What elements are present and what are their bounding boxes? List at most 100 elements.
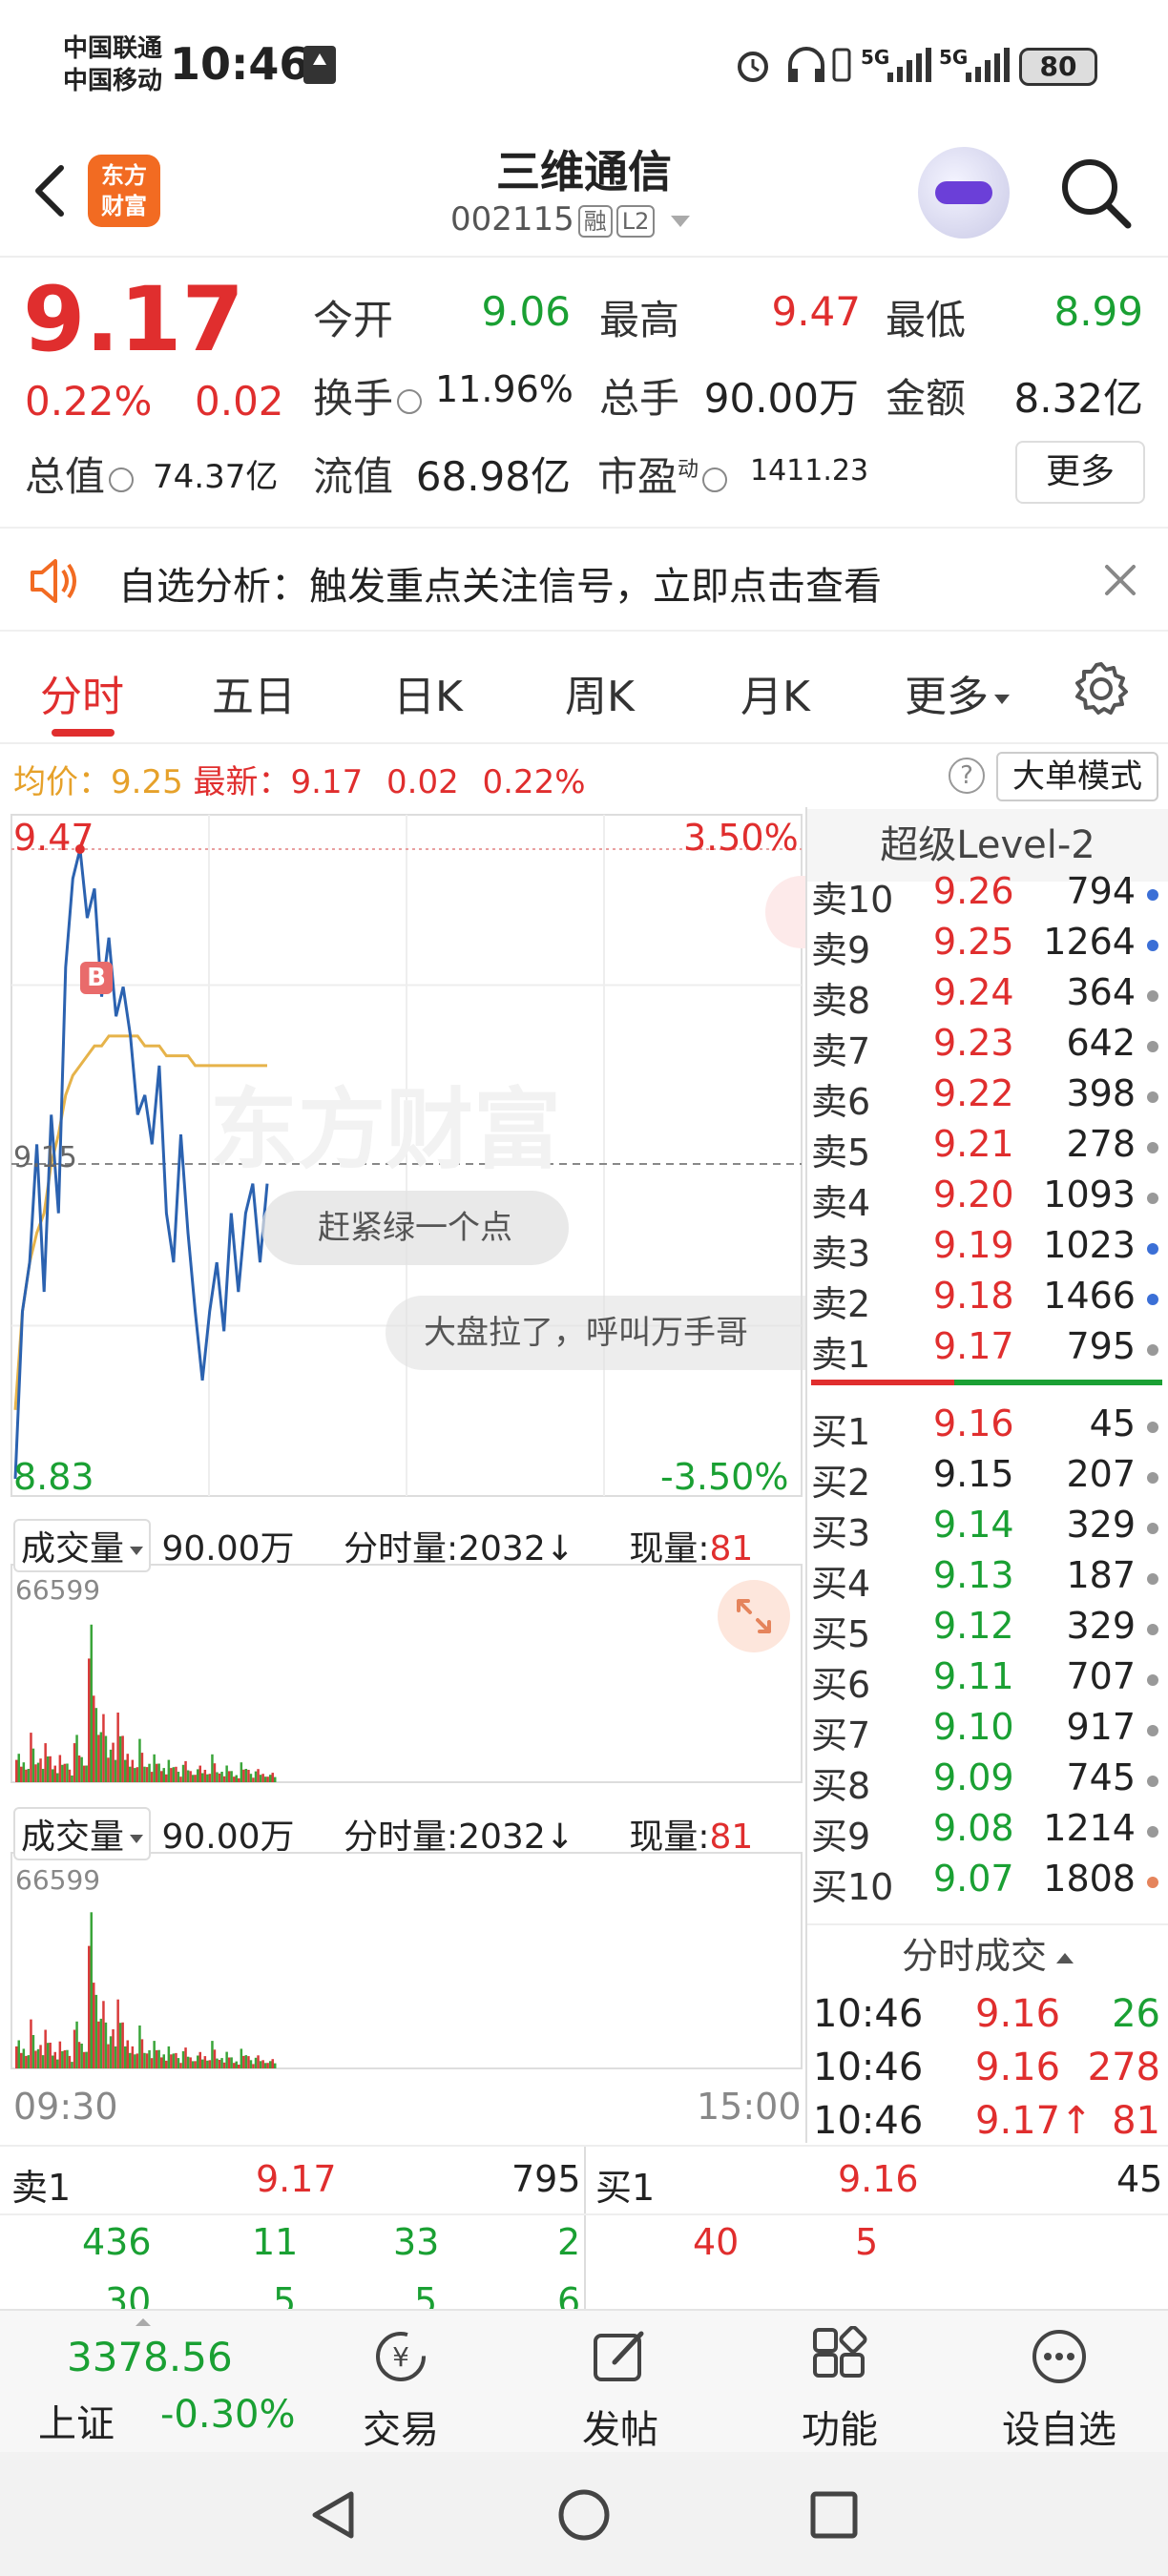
home-circle-icon[interactable] [557, 2488, 611, 2542]
period-volume-label: 分时量: [343, 1529, 459, 1568]
market-cap-label-text: 总值 [25, 453, 106, 500]
bid-row[interactable]: 买2 9.15 207 [809, 1453, 1164, 1504]
nav-trade[interactable]: ¥ 交易 [334, 2320, 468, 2454]
volume-bar [22, 2048, 26, 2068]
volume-bar [227, 2057, 231, 2068]
volume-total: 90.00万 [161, 1818, 295, 1857]
tab-monthly-k[interactable]: 月K [740, 662, 810, 723]
ask-volume: 795 [1066, 1325, 1136, 1367]
buy-marker[interactable]: B [80, 962, 113, 994]
nav-add-watchlist[interactable]: 设自选 [992, 2320, 1126, 2454]
chart-bottom-percent: -3.50% [660, 1456, 789, 1498]
info-icon[interactable] [702, 467, 728, 492]
back-triangle-icon[interactable] [307, 2488, 361, 2542]
volume-bar [129, 1766, 132, 1782]
volume-bar [138, 1738, 141, 1782]
volume-bar [140, 2039, 144, 2068]
bid-row[interactable]: 买8 9.09 745 [809, 1756, 1164, 1807]
ask-row[interactable]: 卖9 9.25 1264 [809, 921, 1164, 971]
comment-bubble[interactable]: 赶紧绿一个点 [261, 1191, 569, 1265]
ask-row[interactable]: 卖1 9.17 795 [809, 1325, 1164, 1376]
ask-row[interactable]: 卖2 9.18 1466 [809, 1275, 1164, 1325]
volume-selector[interactable]: 成交量 [13, 1807, 152, 1860]
expand-icon[interactable] [718, 1580, 790, 1652]
vibrate-icon [832, 48, 851, 82]
system-nav [0, 2452, 1168, 2576]
ask-row[interactable]: 卖10 9.26 794 [809, 870, 1164, 921]
volume-bar [116, 1713, 119, 1782]
tab-more[interactable]: 更多 [905, 662, 1010, 723]
back-icon[interactable] [27, 162, 74, 219]
volume-total: 90.00万 [161, 1529, 295, 1568]
bid-row[interactable]: 买3 9.14 329 [809, 1504, 1164, 1554]
volume-selector[interactable]: 成交量 [13, 1519, 152, 1572]
volume-bar [68, 1769, 72, 1782]
big-order-mode-button[interactable]: 大单模式 [996, 752, 1158, 801]
watermark: 东方财富 [210, 1079, 561, 1181]
level2-tag: L2 [615, 204, 656, 238]
tick-trades-title[interactable]: 分时成交 [807, 1923, 1168, 1984]
gear-icon[interactable] [1073, 660, 1130, 717]
bid-row[interactable]: 买6 9.11 707 [809, 1655, 1164, 1706]
nav-trade-label: 交易 [363, 2408, 439, 2452]
bid-row[interactable]: 买5 9.12 329 [809, 1605, 1164, 1655]
analysis-banner[interactable]: 自选分析：触发重点关注信号，立即点击查看 [0, 527, 1168, 632]
queue-buy-label: 买1 [595, 2167, 656, 2209]
ask-price: 9.20 [933, 1174, 1014, 1215]
banner-text: 自选分析：触发重点关注信号，立即点击查看 [118, 565, 882, 609]
dot-icon [1147, 1294, 1158, 1305]
volume-bar [222, 1776, 226, 1782]
tab-five-day[interactable]: 五日 [212, 662, 296, 723]
bid-volume: 329 [1066, 1605, 1136, 1647]
volume-bar [201, 2059, 204, 2068]
volume-bar [104, 1735, 108, 1782]
volume-bar [186, 2056, 190, 2068]
volume-bar [102, 2001, 105, 2068]
info-icon[interactable] [109, 467, 135, 492]
volume-bar [68, 2055, 72, 2068]
stock-code-row[interactable]: 002115 融 L2 [450, 200, 691, 239]
volume-bar [53, 1765, 56, 1782]
ask-row[interactable]: 卖8 9.24 364 [809, 971, 1164, 1022]
volume-max-label: 66599 [15, 1864, 101, 1896]
close-icon[interactable] [1101, 561, 1139, 599]
bid-row[interactable]: 买9 9.08 1214 [809, 1807, 1164, 1858]
volume-bar [107, 1757, 110, 1782]
tab-intraday[interactable]: 分时 [40, 662, 124, 723]
recents-square-icon[interactable] [807, 2488, 861, 2542]
period-volume-arrow: ↓ [545, 1529, 574, 1568]
current-price: 9.17 [23, 268, 244, 372]
volume-bar [261, 2060, 264, 2068]
more-button[interactable]: 更多 [1015, 441, 1145, 504]
volume-bar [90, 1912, 93, 2068]
ask-row[interactable]: 卖5 9.21 278 [809, 1123, 1164, 1174]
ask-volume: 1093 [1043, 1174, 1136, 1215]
bid-row[interactable]: 买4 9.13 187 [809, 1554, 1164, 1605]
volume-bar [36, 1762, 40, 1782]
bid-row[interactable]: 买10 9.07 1808 [809, 1858, 1164, 1908]
speaker-icon [31, 559, 76, 603]
info-icon[interactable] [397, 388, 423, 414]
volume-bar [93, 1695, 95, 1782]
ask-row[interactable]: 卖7 9.23 642 [809, 1022, 1164, 1072]
tab-weekly-k[interactable]: 周K [565, 662, 635, 723]
ask-row[interactable]: 卖3 9.19 1023 [809, 1224, 1164, 1275]
ask-price: 9.23 [933, 1022, 1014, 1064]
index-quote[interactable]: 3378.56 上证 -0.30% [0, 2311, 315, 2454]
bid-row[interactable]: 买7 9.10 917 [809, 1706, 1164, 1756]
ask-row[interactable]: 卖4 9.20 1093 [809, 1174, 1164, 1224]
nav-features[interactable]: 功能 [773, 2320, 907, 2454]
volume-bar [244, 1769, 248, 1782]
help-icon[interactable]: ? [949, 758, 985, 794]
bid-row[interactable]: 买1 9.16 45 [809, 1402, 1164, 1453]
tab-daily-k[interactable]: 日K [393, 662, 463, 723]
nav-post[interactable]: 发帖 [553, 2320, 687, 2454]
comment-bubble[interactable]: 大盘拉了，呼叫万手哥 [386, 1296, 805, 1370]
carrier-2: 中国移动 [63, 67, 163, 95]
ask-row[interactable]: 卖6 9.22 398 [809, 1072, 1164, 1123]
chevron-down-icon [130, 1546, 144, 1555]
time-start: 09:30 [13, 2086, 118, 2128]
search-icon[interactable] [1057, 155, 1134, 231]
robot-assistant-avatar[interactable] [918, 147, 1010, 239]
volume-bar [27, 1769, 31, 1782]
